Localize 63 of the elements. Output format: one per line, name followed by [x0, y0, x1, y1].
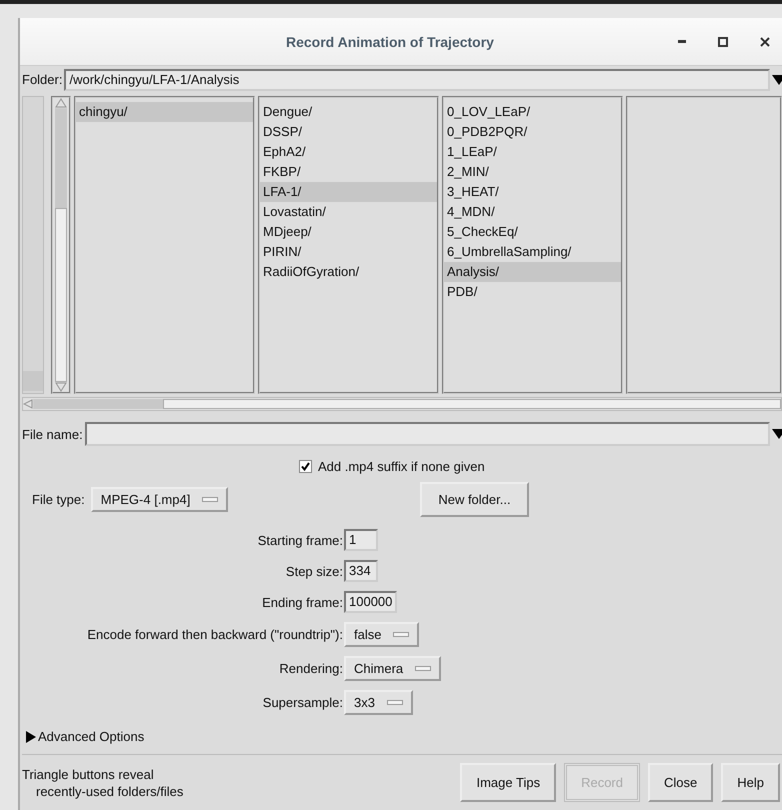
folder-item[interactable]: Dengue/ [260, 102, 437, 122]
dialog-button[interactable]: Image Tips [460, 763, 556, 802]
folder-item[interactable]: RadiiOfGyration/ [260, 262, 437, 282]
folder-item[interactable]: 0_LOV_LEaP/ [444, 102, 621, 122]
option-menu[interactable]: false [344, 622, 420, 647]
folder-item[interactable]: Lovastatin/ [260, 202, 437, 222]
folder-item[interactable]: DSSP/ [260, 122, 437, 142]
dropdown-triangle-icon[interactable] [772, 74, 782, 86]
field-label: Step size: [286, 564, 343, 578]
window-title: Record Animation of Trajectory [286, 34, 494, 50]
folder-item[interactable]: LFA-1/ [260, 182, 437, 202]
hint-text: recently-used folders/files [36, 784, 184, 798]
folder-item[interactable]: EphA2/ [260, 142, 437, 162]
maximize-icon[interactable] [718, 36, 728, 46]
menu-indicator-icon [415, 666, 432, 671]
dialog-button[interactable]: Close [648, 763, 714, 802]
folder-item[interactable]: 5_CheckEq/ [444, 222, 621, 242]
scroll-down-icon[interactable] [55, 382, 67, 392]
folder-item[interactable]: FKBP/ [260, 162, 437, 182]
folder-item[interactable]: Analysis/ [444, 262, 621, 282]
menu-indicator-icon [386, 700, 403, 705]
folder-item[interactable]: 2_MIN/ [444, 162, 621, 182]
option-menu[interactable]: Chimera [344, 656, 442, 681]
scroll-left-icon[interactable] [23, 399, 33, 409]
scroll-thumb[interactable] [33, 399, 163, 409]
field-label: Starting frame: [258, 532, 343, 548]
folder-label: Folder: [22, 72, 62, 87]
folder-item[interactable]: 3_HEAT/ [444, 182, 621, 202]
vertical-scrollbar[interactable] [51, 96, 71, 394]
horizontal-scrollbar[interactable] [22, 397, 782, 411]
file-name-field[interactable] [84, 422, 770, 446]
checkbox-label: Add .mp4 suffix if none given [318, 459, 485, 474]
folder-field[interactable]: /work/chingyu/LFA-1/Analysis [64, 68, 770, 90]
file-type-label: File type: [32, 492, 85, 507]
folder-item[interactable]: chingyu/ [76, 102, 253, 122]
file-type-menu[interactable]: MPEG-4 [.mp4] [90, 487, 228, 512]
folder-item[interactable]: 6_UmbrellaSampling/ [444, 242, 621, 262]
input-field[interactable]: 1 [344, 529, 378, 551]
close-icon[interactable] [760, 36, 770, 46]
dropdown-triangle-icon[interactable] [772, 428, 782, 440]
folder-item[interactable]: 0_PDB2PQR/ [444, 122, 621, 142]
folder-item[interactable]: PDB/ [444, 282, 621, 302]
advanced-options-toggle[interactable]: Advanced Options [26, 729, 144, 744]
scroll-thumb[interactable] [55, 108, 67, 208]
input-field[interactable]: 334 [344, 560, 378, 582]
menu-indicator-icon [393, 632, 410, 637]
hint-text: Triangle buttons reveal [22, 766, 155, 782]
folder-item[interactable]: MDjeep/ [260, 222, 437, 242]
new-folder-button[interactable]: New folder... [420, 482, 529, 517]
option-menu[interactable]: 3x3 [344, 690, 413, 715]
menu-indicator-icon [202, 497, 218, 502]
file-name-label: File name: [22, 426, 83, 442]
field-label: Encode forward then backward ("roundtrip"): [87, 627, 343, 642]
dialog-button[interactable]: Help [721, 763, 780, 802]
field-label: Supersample: [262, 695, 343, 710]
folder-item[interactable]: PIRIN/ [260, 242, 437, 262]
checkbox[interactable] [299, 460, 312, 473]
input-field[interactable]: 100000 [344, 591, 398, 613]
field-label: Ending frame: [262, 594, 343, 610]
field-label: Rendering: [279, 661, 343, 676]
scroll-up-icon[interactable] [55, 98, 67, 108]
folder-item[interactable]: 1_LEaP/ [444, 142, 621, 162]
folder-item[interactable]: 4_MDN/ [444, 202, 621, 222]
